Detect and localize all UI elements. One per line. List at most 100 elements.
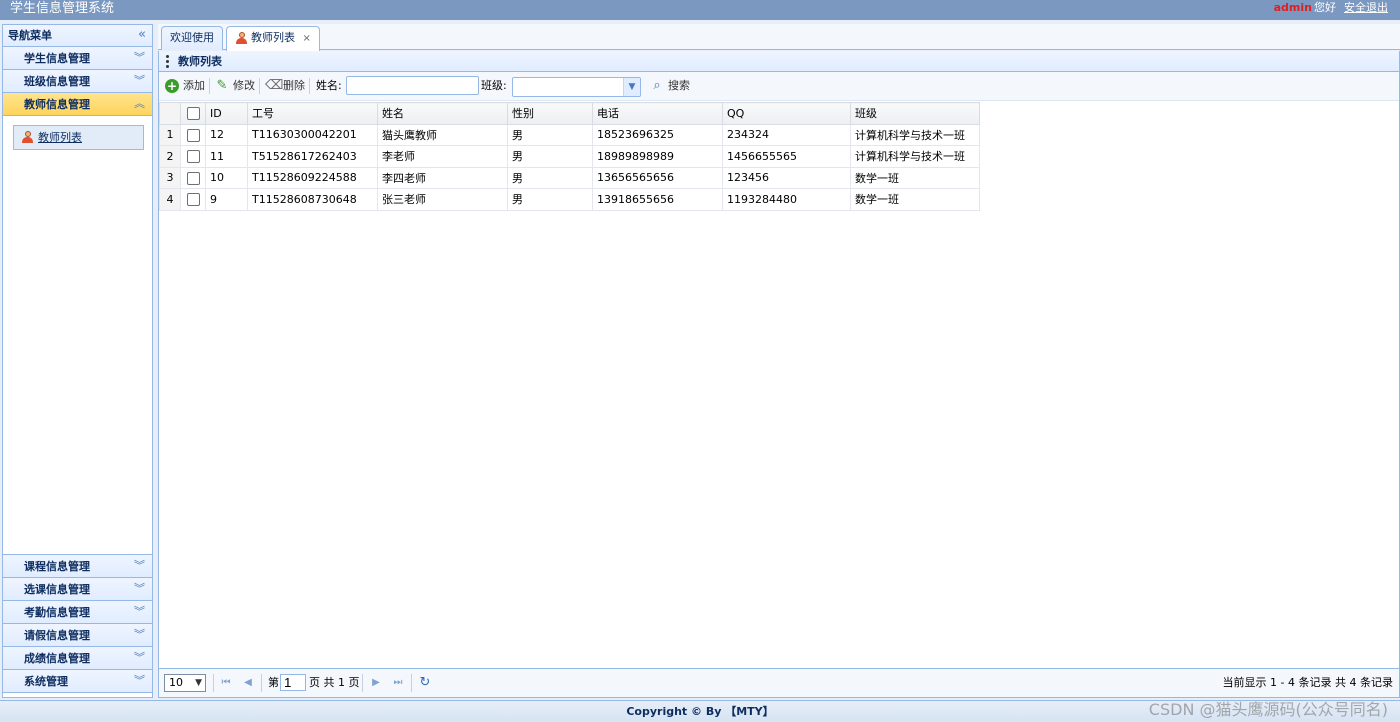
close-icon[interactable]: × [303, 33, 311, 44]
panel-title: 教师列表 [178, 55, 222, 68]
cell-job-no: T11528608730648 [247, 188, 378, 211]
row-checkbox[interactable] [180, 166, 206, 189]
tab-label: 教师列表 [251, 31, 295, 44]
menu-label: 班级信息管理 [24, 75, 90, 88]
refresh-icon[interactable]: ↻ [417, 674, 433, 692]
row-number: 2 [159, 145, 181, 168]
table-row[interactable]: 4 9 T11528608730648 张三老师 男 13918655656 1… [159, 188, 980, 211]
pager-divider [411, 674, 412, 692]
logout-link[interactable]: 安全退出 [1344, 1, 1388, 14]
row-checkbox[interactable] [180, 145, 206, 168]
cell-qq: 123456 [722, 166, 851, 189]
menu-course-management[interactable]: 课程信息管理 ︾ [3, 555, 152, 578]
table-row[interactable]: 1 12 T11630300042201 猫头鹰教师 男 18523696325… [159, 123, 980, 146]
cell-phone: 13918655656 [592, 188, 723, 211]
menu-label: 课程信息管理 [24, 560, 90, 573]
search-icon: ⌕ [653, 78, 661, 93]
menu-class-management[interactable]: 班级信息管理 ︾ [3, 70, 152, 93]
search-button[interactable]: ⌕ 搜索 [650, 77, 690, 95]
chevron-down-icon: ︾ [134, 674, 145, 687]
greeting-text: 您好 [1314, 1, 1336, 14]
edit-button[interactable]: ✎ 修改 [215, 77, 255, 95]
tab-welcome[interactable]: 欢迎使用 [161, 26, 223, 50]
table-row[interactable]: 2 11 T51528617262403 李老师 男 18989898989 1… [159, 145, 980, 168]
add-button[interactable]: + 添加 [165, 77, 205, 95]
chevron-down-icon: ▼ [623, 78, 640, 96]
cell-name: 张三老师 [377, 188, 508, 211]
top-bar: 学生信息管理系统 admin 您好 安全退出 [0, 0, 1400, 20]
footer: Copyright © By 【MTY】 CSDN @猫头鹰源码(公众号同名) [0, 700, 1400, 722]
toolbar: + 添加 ✎ 修改 ⌫ 删除 姓名: 班级: ▼ ⌕ 搜索 [159, 72, 1399, 101]
menu-label: 选课信息管理 [24, 583, 90, 596]
chevron-down-icon: ︾ [134, 628, 145, 641]
menu-teacher-management[interactable]: 教师信息管理 ︽ [3, 93, 152, 116]
menu-selection-management[interactable]: 选课信息管理 ︾ [3, 578, 152, 601]
sidebar-title: 导航菜单 [8, 29, 52, 42]
cell-gender: 男 [507, 123, 593, 146]
search-label: 搜索 [668, 79, 690, 92]
nav-sidebar: 导航菜单 « 学生信息管理 ︾ 班级信息管理 ︾ 教师信息管理 ︽ 教师列表 课… [2, 24, 153, 698]
first-page-icon[interactable]: ⏮ [218, 674, 234, 692]
menu-system-management[interactable]: 系统管理 ︾ [3, 670, 152, 693]
menu-attendance-management[interactable]: 考勤信息管理 ︾ [3, 601, 152, 624]
menu-leave-management[interactable]: 请假信息管理 ︾ [3, 624, 152, 647]
username: admin [1273, 1, 1312, 14]
cell-id: 10 [205, 166, 248, 189]
name-search-input[interactable] [346, 76, 479, 95]
column-header-qq[interactable]: QQ [722, 102, 851, 125]
cell-name: 李老师 [377, 145, 508, 168]
double-chevron-left-icon[interactable]: « [138, 27, 146, 43]
pager-divider [261, 674, 262, 692]
menu-label: 请假信息管理 [24, 629, 90, 642]
menu-student-management[interactable]: 学生信息管理 ︾ [3, 47, 152, 70]
page-suffix: 页 共 1 页 [309, 676, 360, 689]
add-label: 添加 [183, 79, 205, 92]
chevron-up-icon: ︽ [134, 97, 145, 110]
chevron-down-icon: ︾ [134, 605, 145, 618]
tab-teacher-list[interactable]: 教师列表 × [226, 26, 320, 51]
person-icon [236, 32, 247, 44]
page-number-input[interactable] [280, 674, 306, 691]
prev-page-icon[interactable]: ◀ [240, 674, 256, 692]
last-page-icon[interactable]: ⏭ [390, 674, 406, 692]
column-header-class[interactable]: 班级 [850, 102, 980, 125]
menu-grade-management[interactable]: 成绩信息管理 ︾ [3, 647, 152, 670]
watermark: CSDN @猫头鹰源码(公众号同名) [1148, 700, 1388, 719]
page-size-value: 10 [169, 676, 183, 689]
row-number: 1 [159, 123, 181, 146]
column-header-phone[interactable]: 电话 [592, 102, 723, 125]
class-label: 班级: [481, 79, 507, 92]
toolbar-divider [259, 78, 260, 94]
menu-label: 系统管理 [24, 675, 68, 688]
delete-label: 删除 [283, 79, 305, 92]
cell-qq: 1456655565 [722, 145, 851, 168]
cell-gender: 男 [507, 188, 593, 211]
menu-label: 教师信息管理 [24, 98, 90, 111]
column-header-gender[interactable]: 性别 [507, 102, 593, 125]
row-checkbox[interactable] [180, 188, 206, 211]
column-header-id[interactable]: ID [205, 102, 248, 125]
toolbar-divider [309, 78, 310, 94]
cell-class: 计算机科学与技术一班 [850, 123, 980, 146]
column-header-name[interactable]: 姓名 [377, 102, 508, 125]
select-all-checkbox[interactable] [180, 102, 206, 125]
toolbar-divider [209, 78, 210, 94]
menu-label: 成绩信息管理 [24, 652, 90, 665]
cell-id: 12 [205, 123, 248, 146]
row-checkbox[interactable] [180, 123, 206, 146]
cell-job-no: T11630300042201 [247, 123, 378, 146]
cell-phone: 13656565656 [592, 166, 723, 189]
cell-id: 11 [205, 145, 248, 168]
sub-item-label: 教师列表 [38, 131, 82, 144]
vertical-dots-icon [166, 55, 169, 68]
page-prefix: 第 [268, 676, 279, 689]
delete-button[interactable]: ⌫ 删除 [265, 77, 305, 95]
class-select[interactable]: ▼ [512, 77, 641, 97]
cell-name: 李四老师 [377, 166, 508, 189]
table-row[interactable]: 3 10 T11528609224588 李四老师 男 13656565656 … [159, 166, 980, 189]
sub-item-teacher-list[interactable]: 教师列表 [13, 125, 144, 150]
next-page-icon[interactable]: ▶ [368, 674, 384, 692]
page-size-select[interactable]: 10 ▼ [164, 674, 206, 692]
column-header-job-no[interactable]: 工号 [247, 102, 378, 125]
cell-name: 猫头鹰教师 [377, 123, 508, 146]
